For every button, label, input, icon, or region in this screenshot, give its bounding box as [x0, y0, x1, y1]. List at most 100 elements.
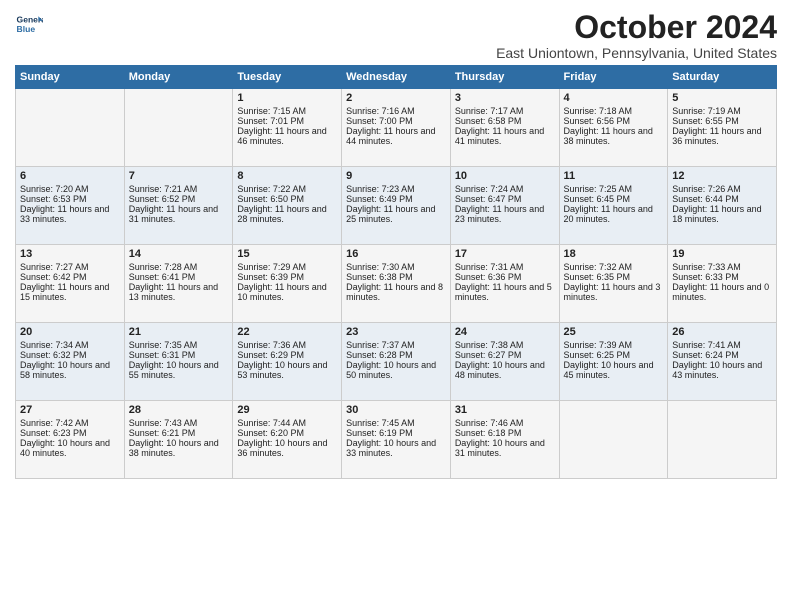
day-content: Sunset: 6:24 PM: [672, 350, 772, 360]
day-content: Sunrise: 7:17 AM: [455, 106, 555, 116]
calendar-cell: 5Sunrise: 7:19 AMSunset: 6:55 PMDaylight…: [668, 89, 777, 167]
day-content: Sunset: 7:00 PM: [346, 116, 446, 126]
calendar-cell: 6Sunrise: 7:20 AMSunset: 6:53 PMDaylight…: [16, 167, 125, 245]
day-content: Daylight: 11 hours and 33 minutes.: [20, 204, 120, 224]
day-content: Sunrise: 7:37 AM: [346, 340, 446, 350]
day-content: Daylight: 10 hours and 33 minutes.: [346, 438, 446, 458]
day-content: Sunrise: 7:46 AM: [455, 418, 555, 428]
day-content: Daylight: 10 hours and 45 minutes.: [564, 360, 664, 380]
header-row: SundayMondayTuesdayWednesdayThursdayFrid…: [16, 66, 777, 89]
calendar-cell: 25 Sunrise: 7:39 AMSunset: 6:25 PMDayligh…: [559, 323, 668, 401]
day-content: Sunrise: 7:19 AM: [672, 106, 772, 116]
calendar-cell: 3Sunrise: 7:17 AMSunset: 6:58 PMDaylight…: [450, 89, 559, 167]
day-content: Daylight: 11 hours and 8 minutes.: [346, 282, 446, 302]
calendar-week-row: 13Sunrise: 7:27 AMSunset: 6:42 PMDayligh…: [16, 245, 777, 323]
day-number: 23: [346, 326, 446, 338]
calendar-cell: 14 Sunrise: 7:28 AMSunset: 6:41 PMDayligh…: [124, 245, 233, 323]
calendar-cell: 31Sunrise: 7:46 AMSunset: 6:18 PMDayligh…: [450, 401, 559, 479]
day-number: 3: [455, 92, 555, 104]
day-content: Sunset: 6:19 PM: [346, 428, 446, 438]
calendar-cell: 24Sunrise: 7:38 AMSunset: 6:27 PMDayligh…: [450, 323, 559, 401]
day-number: 11: [564, 170, 664, 182]
day-number: 12: [672, 170, 772, 182]
day-content: Sunrise: 7:29 AM: [237, 262, 337, 272]
calendar-cell: 16Sunrise: 7:30 AMSunset: 6:38 PMDayligh…: [342, 245, 451, 323]
day-content: Sunset: 6:47 PM: [455, 194, 555, 204]
day-content: Sunrise: 7:28 AM: [129, 262, 229, 272]
day-content: Sunrise: 7:16 AM: [346, 106, 446, 116]
day-content: Daylight: 10 hours and 58 minutes.: [20, 360, 120, 380]
month-title: October 2024: [496, 10, 777, 45]
weekday-header: Thursday: [450, 66, 559, 89]
day-content: Sunrise: 7:20 AM: [20, 184, 120, 194]
day-content: Sunset: 6:25 PM: [564, 350, 664, 360]
day-number: 14: [129, 248, 229, 260]
day-content: Sunset: 6:39 PM: [237, 272, 337, 282]
day-number: 4: [564, 92, 664, 104]
day-content: Sunrise: 7:36 AM: [237, 340, 337, 350]
day-number: 8: [237, 170, 337, 182]
calendar-cell: 18Sunrise: 7:32 AMSunset: 6:35 PMDayligh…: [559, 245, 668, 323]
day-content: Sunrise: 7:39 AM: [564, 340, 664, 350]
calendar-week-row: 1Sunrise: 7:15 AMSunset: 7:01 PMDaylight…: [16, 89, 777, 167]
day-content: Sunrise: 7:27 AM: [20, 262, 120, 272]
calendar-cell: [668, 401, 777, 479]
day-content: Daylight: 10 hours and 43 minutes.: [672, 360, 772, 380]
day-number: 5: [672, 92, 772, 104]
day-content: Daylight: 11 hours and 25 minutes.: [346, 204, 446, 224]
calendar-cell: 29Sunrise: 7:44 AMSunset: 6:20 PMDayligh…: [233, 401, 342, 479]
calendar-cell: 15Sunrise: 7:29 AMSunset: 6:39 PMDayligh…: [233, 245, 342, 323]
day-content: Daylight: 11 hours and 38 minutes.: [564, 126, 664, 146]
day-content: Sunset: 6:27 PM: [455, 350, 555, 360]
day-content: Sunset: 6:23 PM: [20, 428, 120, 438]
calendar-cell: 28Sunrise: 7:43 AMSunset: 6:21 PMDayligh…: [124, 401, 233, 479]
day-content: Sunrise: 7:26 AM: [672, 184, 772, 194]
day-content: Sunset: 6:28 PM: [346, 350, 446, 360]
day-content: Sunrise: 7:24 AM: [455, 184, 555, 194]
day-content: Sunrise: 7:31 AM: [455, 262, 555, 272]
day-number: 16: [346, 248, 446, 260]
calendar-cell: 10Sunrise: 7:24 AMSunset: 6:47 PMDayligh…: [450, 167, 559, 245]
header: General Blue October 2024 East Uniontown…: [15, 10, 777, 61]
day-content: Daylight: 11 hours and 5 minutes.: [455, 282, 555, 302]
calendar-cell: [124, 89, 233, 167]
logo: General Blue: [15, 10, 43, 38]
calendar-cell: 2Sunrise: 7:16 AMSunset: 7:00 PMDaylight…: [342, 89, 451, 167]
title-block: October 2024 East Uniontown, Pennsylvani…: [496, 10, 777, 61]
day-content: Daylight: 11 hours and 13 minutes.: [129, 282, 229, 302]
day-number: 7: [129, 170, 229, 182]
day-content: Sunset: 6:31 PM: [129, 350, 229, 360]
day-number: 19: [672, 248, 772, 260]
calendar-cell: 9Sunrise: 7:23 AMSunset: 6:49 PMDaylight…: [342, 167, 451, 245]
day-content: Sunset: 7:01 PM: [237, 116, 337, 126]
calendar-cell: 7Sunrise: 7:21 AMSunset: 6:52 PMDaylight…: [124, 167, 233, 245]
day-content: Sunset: 6:33 PM: [672, 272, 772, 282]
day-content: Sunset: 6:53 PM: [20, 194, 120, 204]
day-content: Sunrise: 7:18 AM: [564, 106, 664, 116]
page-container: General Blue October 2024 East Uniontown…: [0, 0, 792, 484]
day-content: Daylight: 10 hours and 48 minutes.: [455, 360, 555, 380]
calendar-cell: 27Sunrise: 7:42 AMSunset: 6:23 PMDayligh…: [16, 401, 125, 479]
day-content: Daylight: 11 hours and 46 minutes.: [237, 126, 337, 146]
day-number: 21: [129, 326, 229, 338]
calendar-cell: 30Sunrise: 7:45 AMSunset: 6:19 PMDayligh…: [342, 401, 451, 479]
calendar-cell: 26Sunrise: 7:41 AMSunset: 6:24 PMDayligh…: [668, 323, 777, 401]
calendar-cell: 23Sunrise: 7:37 AMSunset: 6:28 PMDayligh…: [342, 323, 451, 401]
day-content: Sunset: 6:50 PM: [237, 194, 337, 204]
calendar-cell: 17Sunrise: 7:31 AMSunset: 6:36 PMDayligh…: [450, 245, 559, 323]
day-number: 25: [564, 326, 664, 338]
day-content: Sunrise: 7:30 AM: [346, 262, 446, 272]
day-content: Sunset: 6:18 PM: [455, 428, 555, 438]
day-number: 20: [20, 326, 120, 338]
day-content: Daylight: 11 hours and 44 minutes.: [346, 126, 446, 146]
day-content: Sunset: 6:52 PM: [129, 194, 229, 204]
day-content: Daylight: 11 hours and 23 minutes.: [455, 204, 555, 224]
calendar-cell: 12Sunrise: 7:26 AMSunset: 6:44 PMDayligh…: [668, 167, 777, 245]
day-content: Sunset: 6:58 PM: [455, 116, 555, 126]
calendar-week-row: 27Sunrise: 7:42 AMSunset: 6:23 PMDayligh…: [16, 401, 777, 479]
day-content: Daylight: 11 hours and 0 minutes.: [672, 282, 772, 302]
day-content: Sunrise: 7:32 AM: [564, 262, 664, 272]
calendar-cell: 21Sunrise: 7:35 AMSunset: 6:31 PMDayligh…: [124, 323, 233, 401]
day-content: Sunset: 6:41 PM: [129, 272, 229, 282]
day-content: Sunset: 6:35 PM: [564, 272, 664, 282]
